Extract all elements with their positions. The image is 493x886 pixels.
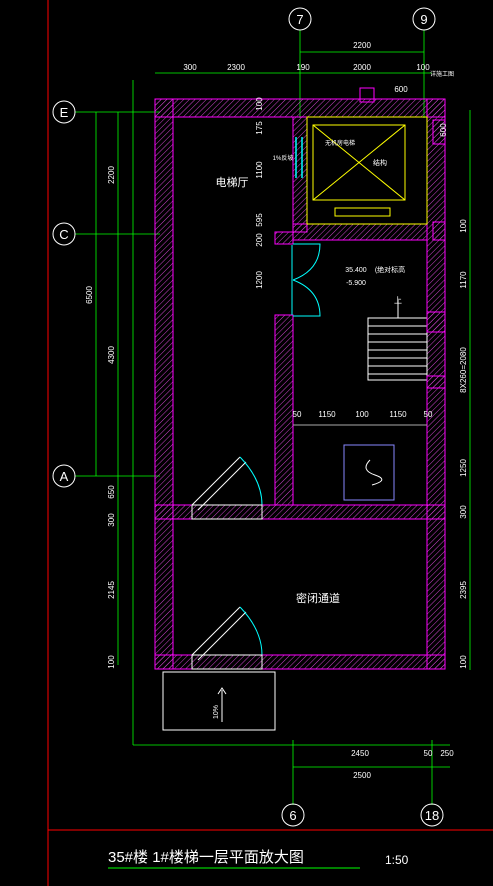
axis-label-e: E	[60, 105, 69, 120]
dim-bottom-250: 250	[440, 749, 454, 758]
dim-inner-595: 595	[255, 213, 264, 227]
dim-left-6500: 6500	[85, 286, 94, 304]
dim-right-600: 600	[439, 123, 448, 137]
dim-left-650: 650	[107, 485, 116, 499]
axis-lines	[75, 30, 471, 805]
elevation-value: 35.400	[345, 267, 367, 274]
ramp	[162, 671, 276, 731]
dim-bottom-2450: 2450	[351, 749, 369, 758]
dim-stair-100: 100	[355, 410, 369, 419]
dim-right-1250: 1250	[459, 459, 468, 477]
top-note: 详施工图	[430, 70, 454, 78]
dim-stair-50: 50	[293, 410, 302, 419]
dim-left-300: 300	[107, 513, 116, 527]
dim-right-100b: 100	[459, 655, 468, 669]
dim-top-190: 190	[296, 63, 310, 72]
axis-labels: 7 9 E C A 6 18	[59, 12, 439, 823]
elevation-relative: -5.900	[346, 280, 366, 287]
dim-bottom-2500: 2500	[353, 771, 371, 780]
dim-stair-50b: 50	[424, 410, 433, 419]
dims-top: 2200 300 2300 190 2000 100 600	[183, 41, 430, 94]
structure-label: 结构	[373, 158, 387, 167]
drawing-scale: 1:50	[385, 853, 409, 867]
drawing-title: 35#楼 1#楼梯一层平面放大图	[108, 849, 304, 866]
room-label-closed-passage: 密闭通道	[296, 591, 340, 605]
axis-bubbles	[52, 7, 444, 827]
dim-top-600: 600	[394, 85, 408, 94]
axis-label-6: 6	[289, 808, 296, 823]
dim-stair-1150: 1150	[318, 410, 336, 419]
axis-label-a: A	[60, 469, 69, 484]
dims-left: 6500 2200 4300 650 300 2145 100	[85, 166, 116, 669]
dim-inner-175: 175	[255, 121, 264, 135]
dim-right-100: 100	[459, 219, 468, 233]
stair-up-label: 上	[394, 296, 402, 305]
dim-left-100: 100	[107, 655, 116, 669]
elevator-shaft	[306, 116, 428, 225]
stairs	[293, 300, 428, 426]
dims-inner: 1100 175 100 595 200 1200	[255, 97, 264, 289]
dim-right-300: 300	[459, 505, 468, 519]
dims-stair: 50 1150 100 1150 50	[293, 410, 433, 419]
equipment-box	[343, 444, 395, 501]
floor-plan-drawing: 7 9 E C A 6 18 电梯厅 密闭通道 无机房电梯 结构 1%反坡 35…	[47, 0, 493, 886]
dim-right-stair: 8X260=2080	[459, 347, 468, 393]
ramp-label: 10%	[213, 705, 220, 719]
dim-right-1170: 1170	[459, 271, 468, 289]
axis-label-7: 7	[296, 12, 303, 27]
dim-inner-200: 200	[255, 233, 264, 247]
walls	[154, 98, 446, 670]
dim-inner-100: 100	[255, 97, 264, 111]
dim-stair-1150b: 1150	[389, 410, 407, 419]
dim-right-2395: 2395	[459, 581, 468, 599]
dim-top-2300: 2300	[227, 63, 245, 72]
dim-left-4300: 4300	[107, 346, 116, 364]
axis-label-9: 9	[420, 12, 427, 27]
dims-bottom: 2450 50 250 2500	[351, 749, 454, 780]
hall-door	[291, 243, 321, 317]
elevation-note: (绝对标高	[375, 265, 405, 274]
axis-label-c: C	[59, 227, 68, 242]
axis-label-18: 18	[425, 808, 439, 823]
dim-top-2200: 2200	[353, 41, 371, 50]
room-label-elevator-hall: 电梯厅	[216, 176, 249, 189]
slope-note: 1%反坡	[273, 154, 294, 162]
elevator-note: 无机房电梯	[325, 139, 355, 147]
dim-top-100: 100	[416, 63, 430, 72]
dim-inner-1200: 1200	[255, 271, 264, 289]
dim-inner-1100: 1100	[255, 161, 264, 179]
dim-bottom-50: 50	[424, 749, 433, 758]
dim-left-2200: 2200	[107, 166, 116, 184]
dim-top-300: 300	[183, 63, 197, 72]
dim-top-2000: 2000	[353, 63, 371, 72]
dim-left-2145: 2145	[107, 581, 116, 599]
